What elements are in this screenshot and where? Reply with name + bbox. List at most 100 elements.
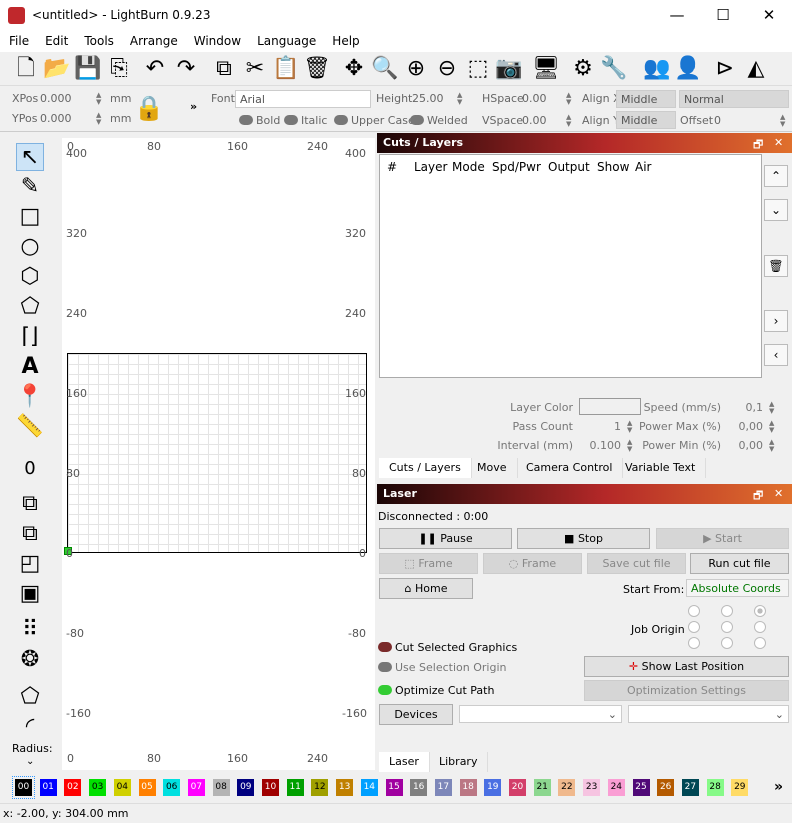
color-swatch-12[interactable]: 12	[311, 779, 329, 796]
color-swatch-13[interactable]: 13	[336, 779, 354, 796]
job-origin-radio[interactable]	[721, 637, 733, 649]
save-cut-file-button[interactable]: Save cut file	[587, 553, 686, 574]
font-select[interactable]: Arial	[235, 90, 371, 108]
interval-input[interactable]: 0.100	[577, 439, 622, 452]
select-tool-icon[interactable]: ↖	[16, 143, 44, 171]
job-origin-radio[interactable]	[688, 621, 700, 633]
pin-tool-icon[interactable]: 📍	[16, 383, 44, 411]
use-selection-origin-toggle[interactable]: Use Selection Origin	[378, 661, 506, 674]
start-from-select[interactable]: Absolute Coords	[686, 579, 789, 597]
intersect-icon[interactable]: ▣	[16, 580, 44, 608]
device-select[interactable]: ⌄	[459, 705, 622, 723]
close-panel-icon[interactable]: ✕	[774, 487, 783, 500]
copy-icon[interactable]: ⧉	[210, 55, 238, 83]
corner-radius-icon[interactable]: ◜	[16, 713, 44, 741]
union-icon[interactable]: ⧉	[16, 520, 44, 548]
work-area-grid[interactable]	[67, 353, 367, 553]
maximize-button[interactable]: ☐	[700, 0, 746, 32]
pentagon-tool-icon[interactable]: ⬠	[16, 293, 44, 321]
offset-tool-icon[interactable]: 0	[16, 455, 44, 483]
paste-icon[interactable]: 📋	[272, 55, 300, 83]
collapse-left-button[interactable]: ‹	[764, 344, 788, 366]
redo-icon[interactable]: ↷	[172, 55, 200, 83]
upper-case-toggle[interactable]: Upper Case	[334, 114, 415, 127]
expand-right-button[interactable]: ›	[764, 310, 788, 332]
job-origin-radio[interactable]	[754, 621, 766, 633]
move-layer-up-button[interactable]: ⌃	[764, 165, 788, 187]
position-laser-tool-icon[interactable]: ⌈⌋	[16, 323, 44, 351]
pass-count-spinner[interactable]: ▲ ▼	[627, 420, 635, 434]
tab-camera-control[interactable]: Camera Control	[516, 458, 624, 478]
column-header[interactable]: #	[387, 160, 397, 174]
power-min-spinner[interactable]: ▲ ▼	[769, 439, 777, 453]
tab-move[interactable]: Move	[467, 458, 518, 478]
job-origin-radio[interactable]	[754, 637, 766, 649]
ypos-spinner[interactable]: ▲ ▼	[96, 112, 104, 126]
stop-button[interactable]: ■ Stop	[517, 528, 650, 549]
text-style-select[interactable]: Normal	[679, 90, 789, 108]
color-swatch-17[interactable]: 17	[434, 779, 452, 796]
show-last-position-button[interactable]: ✛ Show Last Position	[584, 656, 789, 677]
ellipse-tool-icon[interactable]: ○	[16, 233, 44, 261]
node-edit-icon[interactable]: ⬠	[16, 683, 44, 711]
job-origin-radio[interactable]	[754, 605, 766, 617]
color-swatch-23[interactable]: 23	[583, 779, 601, 796]
vspace-spinner[interactable]: ▲ ▼	[566, 114, 574, 128]
layer-color-swatch[interactable]	[579, 398, 641, 415]
import-icon[interactable]: ⎘	[105, 55, 133, 83]
speed-input[interactable]: 0,1	[723, 401, 764, 414]
color-swatch-14[interactable]: 14	[360, 779, 378, 796]
column-header[interactable]: Show	[597, 160, 629, 174]
offset-input[interactable]: 0	[714, 114, 721, 127]
menu-tools[interactable]: Tools	[75, 32, 121, 48]
tab-library[interactable]: Library	[429, 752, 489, 772]
menu-edit[interactable]: Edit	[36, 32, 75, 48]
speed-spinner[interactable]: ▲ ▼	[769, 401, 777, 415]
color-swatch-25[interactable]: 25	[632, 779, 650, 796]
color-swatch-24[interactable]: 24	[607, 779, 625, 796]
menu-language[interactable]: Language	[248, 32, 323, 48]
move-layer-down-button[interactable]: ⌄	[764, 199, 788, 221]
menu-arrange[interactable]: Arrange	[121, 32, 185, 48]
color-swatch-00[interactable]: 00	[12, 776, 35, 799]
lock-icon[interactable]: 🔒	[134, 94, 164, 122]
expand-tools-icon[interactable]: ⌄	[26, 756, 34, 767]
color-swatch-21[interactable]: 21	[533, 779, 551, 796]
text-tool-icon[interactable]: A	[16, 353, 44, 381]
color-swatch-16[interactable]: 16	[410, 779, 428, 796]
settings-icon[interactable]: ⚙	[569, 55, 597, 83]
color-swatch-06[interactable]: 06	[163, 779, 181, 796]
height-input[interactable]: 25.00	[412, 92, 444, 105]
power-max-input[interactable]: 0,00	[723, 420, 764, 433]
device-icon[interactable]: 🖥	[532, 55, 560, 83]
menu-window[interactable]: Window	[185, 32, 248, 48]
color-swatch-26[interactable]: 26	[657, 779, 675, 796]
tab-cuts-layers[interactable]: Cuts / Layers	[379, 458, 472, 478]
run-cut-file-button[interactable]: Run cut file	[690, 553, 789, 574]
color-swatch-09[interactable]: 09	[237, 779, 255, 796]
column-header[interactable]: Output	[548, 160, 590, 174]
vspace-input[interactable]: 0.00	[522, 114, 547, 127]
color-swatch-05[interactable]: 05	[138, 779, 156, 796]
color-swatch-02[interactable]: 02	[64, 779, 82, 796]
color-swatch-04[interactable]: 04	[113, 779, 131, 796]
optimize-cut-path-toggle[interactable]: Optimize Cut Path	[378, 684, 494, 697]
palette-more-button[interactable]: »	[770, 779, 787, 796]
alignx-select[interactable]: Middle	[616, 90, 676, 108]
bold-toggle[interactable]: Bold	[239, 114, 280, 127]
column-header[interactable]: Spd/Pwr	[492, 160, 541, 174]
undo-icon[interactable]: ↶	[141, 55, 169, 83]
pass-count-input[interactable]: 1	[577, 420, 621, 433]
polygon-tool-icon[interactable]: ⬡	[16, 263, 44, 291]
cut-selected-toggle[interactable]: Cut Selected Graphics	[378, 641, 517, 654]
move-icon[interactable]: ✥	[340, 55, 368, 83]
pencil-tool-icon[interactable]: ✎	[16, 173, 44, 201]
color-swatch-29[interactable]: 29	[731, 779, 749, 796]
select-frame-icon[interactable]: ⬚	[464, 55, 492, 83]
users-icon[interactable]: 👥	[643, 55, 671, 83]
power-min-input[interactable]: 0,00	[723, 439, 764, 452]
job-origin-radio[interactable]	[688, 605, 700, 617]
more-button[interactable]: »	[190, 100, 197, 113]
layers-table[interactable]: # Layer Mode Spd/Pwr Output Show Air	[379, 154, 762, 378]
xpos-input[interactable]: 0.000	[40, 92, 72, 105]
